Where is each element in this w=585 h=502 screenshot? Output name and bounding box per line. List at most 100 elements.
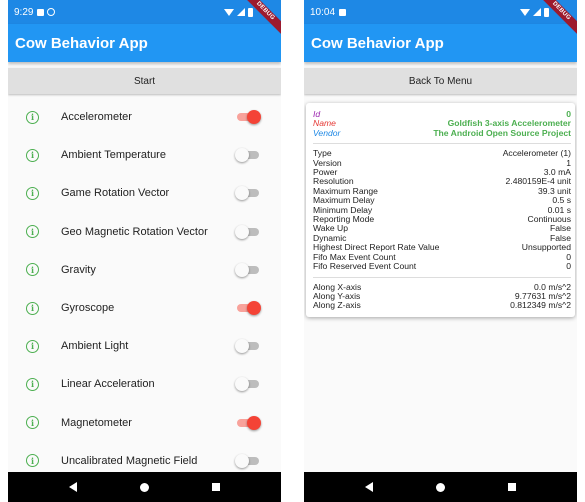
sensor-toggle[interactable] xyxy=(235,186,261,201)
sensor-name: Ambient Light xyxy=(61,340,129,353)
sensor-detail-card: Id 0 Name Goldfish 3-axis Accelerometer Vend… xyxy=(306,103,575,317)
divider xyxy=(313,276,571,278)
detail-row: Wake Up False xyxy=(313,224,571,234)
detail-row: Vendor The Android Open Source Project xyxy=(313,127,571,138)
debug-banner: DEBUG xyxy=(541,0,577,36)
detail-row: Fifo Reserved Event Count 0 xyxy=(313,261,571,272)
sensor-toggle[interactable] xyxy=(235,453,261,468)
nav-recent-icon[interactable] xyxy=(507,483,516,491)
sensor-row: i Gyroscope xyxy=(8,289,281,327)
sensor-toggle[interactable] xyxy=(235,262,261,277)
sensor-name: Magnetometer xyxy=(61,416,132,429)
info-icon[interactable]: i xyxy=(26,454,39,468)
sync-icon xyxy=(47,8,56,16)
toggle-thumb xyxy=(235,377,249,392)
navigation-bar xyxy=(304,472,577,502)
toggle-thumb xyxy=(235,453,249,468)
info-icon[interactable]: i xyxy=(26,148,39,162)
nav-back-icon[interactable] xyxy=(365,482,374,492)
navigation-bar xyxy=(8,472,281,502)
sensor-name: Game Rotation Vector xyxy=(61,187,170,200)
info-icon[interactable]: i xyxy=(26,110,39,124)
app-bar: Cow Behavior App xyxy=(304,24,577,62)
sensor-row: i Gravity xyxy=(8,251,281,289)
detail-label: Vendor xyxy=(313,127,341,138)
info-icon[interactable]: i xyxy=(26,225,39,239)
info-icon[interactable]: i xyxy=(26,186,39,200)
toggle-thumb xyxy=(235,339,249,354)
sensor-toggle[interactable] xyxy=(235,224,261,239)
nav-home-icon[interactable] xyxy=(435,482,445,492)
sensor-toggle[interactable] xyxy=(235,301,261,316)
sensor-row: i Game Rotation Vector xyxy=(8,174,281,212)
sensor-name: Ambient Temperature xyxy=(61,149,166,162)
toggle-thumb xyxy=(235,262,249,277)
detail-row: Reporting Mode Continuous xyxy=(313,214,571,224)
sd-card-icon xyxy=(339,8,347,16)
sensor-list: i Accelerometer i Ambient Temperature i Game … xyxy=(8,98,281,480)
toggle-thumb xyxy=(247,415,261,430)
start-button[interactable]: Start xyxy=(8,68,281,94)
status-bar: 10:04 DEBUG xyxy=(304,0,577,35)
sensor-row: i Ambient Light xyxy=(8,327,281,365)
detail-row: Type Accelerometer (1) xyxy=(313,148,571,159)
sensor-row: i Geo Magnetic Rotation Vector xyxy=(8,213,281,251)
sensor-toggle[interactable] xyxy=(235,148,261,163)
toggle-thumb xyxy=(235,224,249,239)
signal-icon xyxy=(237,8,245,16)
detail-row: Along Z-axis 0.812349 m/s^2 xyxy=(313,300,571,311)
detail-label: Along Z-axis xyxy=(313,300,361,311)
sensor-row: i Accelerometer xyxy=(8,98,281,136)
wifi-icon xyxy=(224,8,234,16)
nav-back-icon[interactable] xyxy=(69,482,78,492)
detail-value: Unsupported xyxy=(521,242,571,253)
toggle-thumb xyxy=(247,301,261,316)
signal-icon xyxy=(533,8,541,16)
sensor-toggle[interactable] xyxy=(235,339,261,354)
info-icon[interactable]: i xyxy=(26,301,39,315)
nav-recent-icon[interactable] xyxy=(211,483,220,491)
back-to-menu-button[interactable]: Back To Menu xyxy=(304,68,577,94)
sd-card-icon xyxy=(37,8,45,16)
info-icon[interactable]: i xyxy=(26,263,39,277)
debug-banner: DEBUG xyxy=(245,0,281,36)
sensor-name: Linear Acceleration xyxy=(61,378,155,391)
sensor-toggle[interactable] xyxy=(235,110,261,125)
status-time: 9:29 xyxy=(14,6,34,18)
sensor-header-block: Id 0 Name Goldfish 3-axis Accelerometer Vend… xyxy=(313,109,571,138)
info-icon[interactable]: i xyxy=(26,377,39,391)
nav-home-icon[interactable] xyxy=(139,482,149,492)
app-bar: Cow Behavior App xyxy=(8,24,281,62)
detail-value: The Android Open Source Project xyxy=(433,127,571,138)
sensor-row: i Linear Acceleration xyxy=(8,365,281,403)
toggle-thumb xyxy=(235,186,249,201)
detail-value: 0.812349 m/s^2 xyxy=(510,300,571,311)
status-time: 10:04 xyxy=(310,6,336,18)
sensor-toggle[interactable] xyxy=(235,415,261,430)
sensor-row: i Ambient Temperature xyxy=(8,136,281,174)
detail-row: Version 1 xyxy=(313,158,571,168)
wifi-icon xyxy=(520,8,530,16)
status-bar: 9:29 DEBUG xyxy=(8,0,281,35)
sensor-toggle[interactable] xyxy=(235,377,261,392)
sensor-name: Gravity xyxy=(61,263,96,276)
sensor-details-block: Type Accelerometer (1) Version 1 Power 3.0 mA… xyxy=(313,148,571,272)
divider xyxy=(313,143,571,145)
info-icon[interactable]: i xyxy=(26,416,39,430)
sensor-list-screen: 9:29 DEBUG Cow Behavior App Start i Accel… xyxy=(8,0,281,502)
app-title: Cow Behavior App xyxy=(311,34,444,52)
sensor-detail-screen: 10:04 DEBUG Cow Behavior App Back To Men… xyxy=(304,0,577,502)
sensor-readings-block: Along X-axis 0.0 m/s^2 Along Y-axis 9.77631… xyxy=(313,282,571,311)
sensor-row: i Magnetometer xyxy=(8,404,281,442)
detail-value: 0 xyxy=(566,261,571,272)
detail-label: Fifo Reserved Event Count xyxy=(313,261,417,272)
sensor-name: Geo Magnetic Rotation Vector xyxy=(61,225,208,238)
sensor-name: Accelerometer xyxy=(61,111,132,124)
app-title: Cow Behavior App xyxy=(15,34,148,52)
toggle-thumb xyxy=(235,148,249,163)
toggle-thumb xyxy=(247,110,261,125)
detail-value: Accelerometer (1) xyxy=(502,148,571,159)
sensor-name: Gyroscope xyxy=(61,302,115,315)
info-icon[interactable]: i xyxy=(26,339,39,353)
sensor-name: Uncalibrated Magnetic Field xyxy=(61,454,198,467)
